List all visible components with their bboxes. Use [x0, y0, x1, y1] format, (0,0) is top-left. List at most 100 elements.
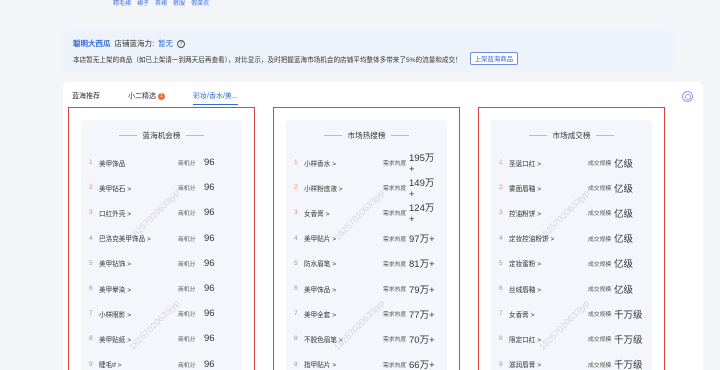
- shop-name[interactable]: 聪明大西瓜: [73, 38, 111, 49]
- list-item[interactable]: 9 滋润唇膏 > 成交规模 千万级: [491, 352, 652, 370]
- item-name[interactable]: 美甲饰品: [99, 158, 178, 168]
- rank-number: 3: [499, 209, 503, 217]
- list-item[interactable]: 4 巴洛克美甲饰品 > 商机分 96: [81, 226, 242, 251]
- rank-number: 5: [89, 259, 93, 267]
- metric-label: 成交规模: [588, 337, 612, 344]
- list-item[interactable]: 5 定妆蜜粉 > 成交规模 亿级: [491, 251, 652, 276]
- metric-value: 97万+: [409, 234, 435, 246]
- list-item[interactable]: 3 女香膏 > 需求热度 124万+: [286, 200, 447, 225]
- rank-number: 6: [499, 285, 503, 293]
- rank-number: 2: [294, 184, 298, 192]
- metric-label: 需求热度: [383, 236, 407, 243]
- list-item[interactable]: 1 圣诞口红 > 成交规模 亿级: [491, 150, 652, 175]
- metric-value: 亿级: [614, 284, 634, 296]
- rank-number: 8: [499, 335, 503, 343]
- list-item[interactable]: 6 美甲饰品 > 需求热度 79万+: [286, 276, 447, 301]
- list-item[interactable]: 1 小样香水 > 需求热度 195万+: [286, 150, 447, 175]
- metric-value: 195万+: [409, 153, 435, 176]
- item-name[interactable]: 口红外壳 >: [99, 208, 178, 218]
- metric-label: 需求热度: [383, 211, 407, 218]
- settings-icon[interactable]: [682, 91, 693, 102]
- item-name[interactable]: 美甲饰品 >: [304, 284, 383, 294]
- list-item[interactable]: 1 美甲饰品 商机分 96: [81, 150, 242, 175]
- metric-label: 商机分: [178, 362, 196, 369]
- item-name[interactable]: 女香膏 >: [509, 309, 588, 319]
- item-name[interactable]: 小样香水 >: [304, 158, 383, 168]
- item-name[interactable]: 定妆控油粉饼 >: [509, 233, 588, 243]
- list-item[interactable]: 4 美甲贴片 > 需求热度 97万+: [286, 226, 447, 251]
- list-item[interactable]: 8 美甲贴纸 > 商机分 96: [81, 326, 242, 351]
- list-item[interactable]: 6 美甲晕染 > 商机分 96: [81, 276, 242, 301]
- metric-label: 商机分: [178, 211, 196, 218]
- item-name[interactable]: 小样粉底液 >: [304, 183, 383, 193]
- item-name[interactable]: 定妆蜜粉 >: [509, 258, 588, 268]
- top-tag[interactable]: 裤服: [173, 0, 185, 10]
- item-name[interactable]: 小样眼影 >: [99, 309, 178, 319]
- item-name[interactable]: 巴洛克美甲饰品 >: [99, 233, 178, 243]
- list-item[interactable]: 2 小样粉底液 > 需求热度 149万+: [286, 175, 447, 200]
- list-item[interactable]: 7 女香膏 > 成交规模 千万级: [491, 301, 652, 326]
- item-name[interactable]: 雾面唇釉 >: [509, 183, 588, 193]
- list-item[interactable]: 9 指甲贴片 > 需求热度 66万+: [286, 352, 447, 370]
- metric-label: 商机分: [178, 236, 196, 243]
- board-body: 市场成交榜 1 圣诞口红 > 成交规模 亿级 2 雾面唇釉 > 成交规模 亿级 3 控油粉饼 …: [491, 120, 652, 370]
- shop-info-card: 聪明大西瓜 店铺蓝海力: 暂无 ? 本店暂无上架的商品（如已上架请一到两天后再查…: [63, 30, 673, 72]
- tab-label: 蓝海推荐: [72, 93, 100, 100]
- item-name[interactable]: 指甲贴片 >: [304, 359, 383, 369]
- item-name[interactable]: 美甲钻饰 >: [99, 258, 178, 268]
- item-name[interactable]: 美甲全套 >: [304, 309, 383, 319]
- board-rows: 1 小样香水 > 需求热度 195万+ 2 小样粉底液 > 需求热度 149万+ 3 女香膏 …: [286, 150, 447, 370]
- board-title-text: 蓝海机会榜: [142, 131, 181, 140]
- metric-value: 千万级: [614, 309, 643, 321]
- rank-number: 4: [89, 234, 93, 242]
- top-tag[interactable]: 裙子: [137, 0, 149, 10]
- list-item[interactable]: 2 美甲钻石 > 商机分 96: [81, 175, 242, 200]
- list-item[interactable]: 8 不脱色眉笔 > 需求热度 70万+: [286, 326, 447, 351]
- item-name[interactable]: 圣诞口红 >: [509, 158, 588, 168]
- list-blue-ocean-button[interactable]: 上架蓝海商品: [469, 52, 519, 65]
- tab-editor-pick[interactable]: 小二精选 1: [128, 91, 165, 101]
- item-name[interactable]: 美甲贴片 >: [304, 233, 383, 243]
- metric-value: 66万+: [409, 360, 435, 370]
- top-tag[interactable]: 精毛裙: [113, 0, 131, 10]
- rank-number: 9: [89, 360, 93, 368]
- item-name[interactable]: 滋润唇膏 >: [509, 359, 588, 369]
- list-item[interactable]: 3 口红外壳 > 商机分 96: [81, 200, 242, 225]
- rank-number: 6: [89, 285, 93, 293]
- rank-number: 7: [294, 310, 298, 318]
- tab-makeup-category[interactable]: 彩妆/香水/美...: [193, 91, 238, 105]
- top-tag[interactable]: 假莱衣: [191, 0, 209, 10]
- list-item[interactable]: 7 小样眼影 > 商机分 96: [81, 301, 242, 326]
- list-item[interactable]: 3 控油粉饼 > 成交规模 亿级: [491, 200, 652, 225]
- rank-number: 3: [89, 209, 93, 217]
- item-name[interactable]: 控油粉饼 >: [509, 208, 588, 218]
- item-name[interactable]: 美甲晕染 >: [99, 284, 178, 294]
- item-name[interactable]: 美甲钻石 >: [99, 183, 178, 193]
- item-name[interactable]: 睫毛tf >: [99, 359, 178, 369]
- metric-value: 124万+: [409, 203, 435, 226]
- tab-blue-ocean[interactable]: 蓝海推荐: [72, 91, 100, 101]
- list-item[interactable]: 7 美甲全套 > 需求热度 77万+: [286, 301, 447, 326]
- metric-value: 96: [204, 308, 215, 320]
- help-icon[interactable]: ?: [177, 39, 186, 48]
- shop-notice-row: 本店暂无上架的商品（如已上架请一到两天后再查看），对比显示，及时把握蓝海市场机会…: [73, 52, 519, 65]
- top-tag[interactable]: 茶裙: [155, 0, 167, 10]
- list-item[interactable]: 8 限定口红 > 成交规模 千万级: [491, 326, 652, 351]
- list-item[interactable]: 4 定妆控油粉饼 > 成交规模 亿级: [491, 226, 652, 251]
- metric-label: 成交规模: [588, 261, 612, 268]
- item-name[interactable]: 限定口红 >: [509, 334, 588, 344]
- list-item[interactable]: 6 丝绒唇釉 > 成交规模 亿级: [491, 276, 652, 301]
- list-item[interactable]: 2 雾面唇釉 > 成交规模 亿级: [491, 175, 652, 200]
- rank-number: 1: [294, 159, 298, 167]
- list-item[interactable]: 9 睫毛tf > 商机分 96: [81, 352, 242, 370]
- item-name[interactable]: 美甲贴纸 >: [99, 334, 178, 344]
- list-item[interactable]: 5 防水眉笔 > 需求热度 81万+: [286, 251, 447, 276]
- list-item[interactable]: 5 美甲钻饰 > 商机分 96: [81, 251, 242, 276]
- metric-value: 96: [204, 207, 215, 219]
- item-name[interactable]: 丝绒唇釉 >: [509, 284, 588, 294]
- metric-label: 成交规模: [588, 287, 612, 294]
- item-name[interactable]: 防水眉笔 >: [304, 258, 383, 268]
- item-name[interactable]: 女香膏 >: [304, 208, 383, 218]
- metric-value: 149万+: [409, 178, 435, 201]
- item-name[interactable]: 不脱色眉笔 >: [304, 334, 383, 344]
